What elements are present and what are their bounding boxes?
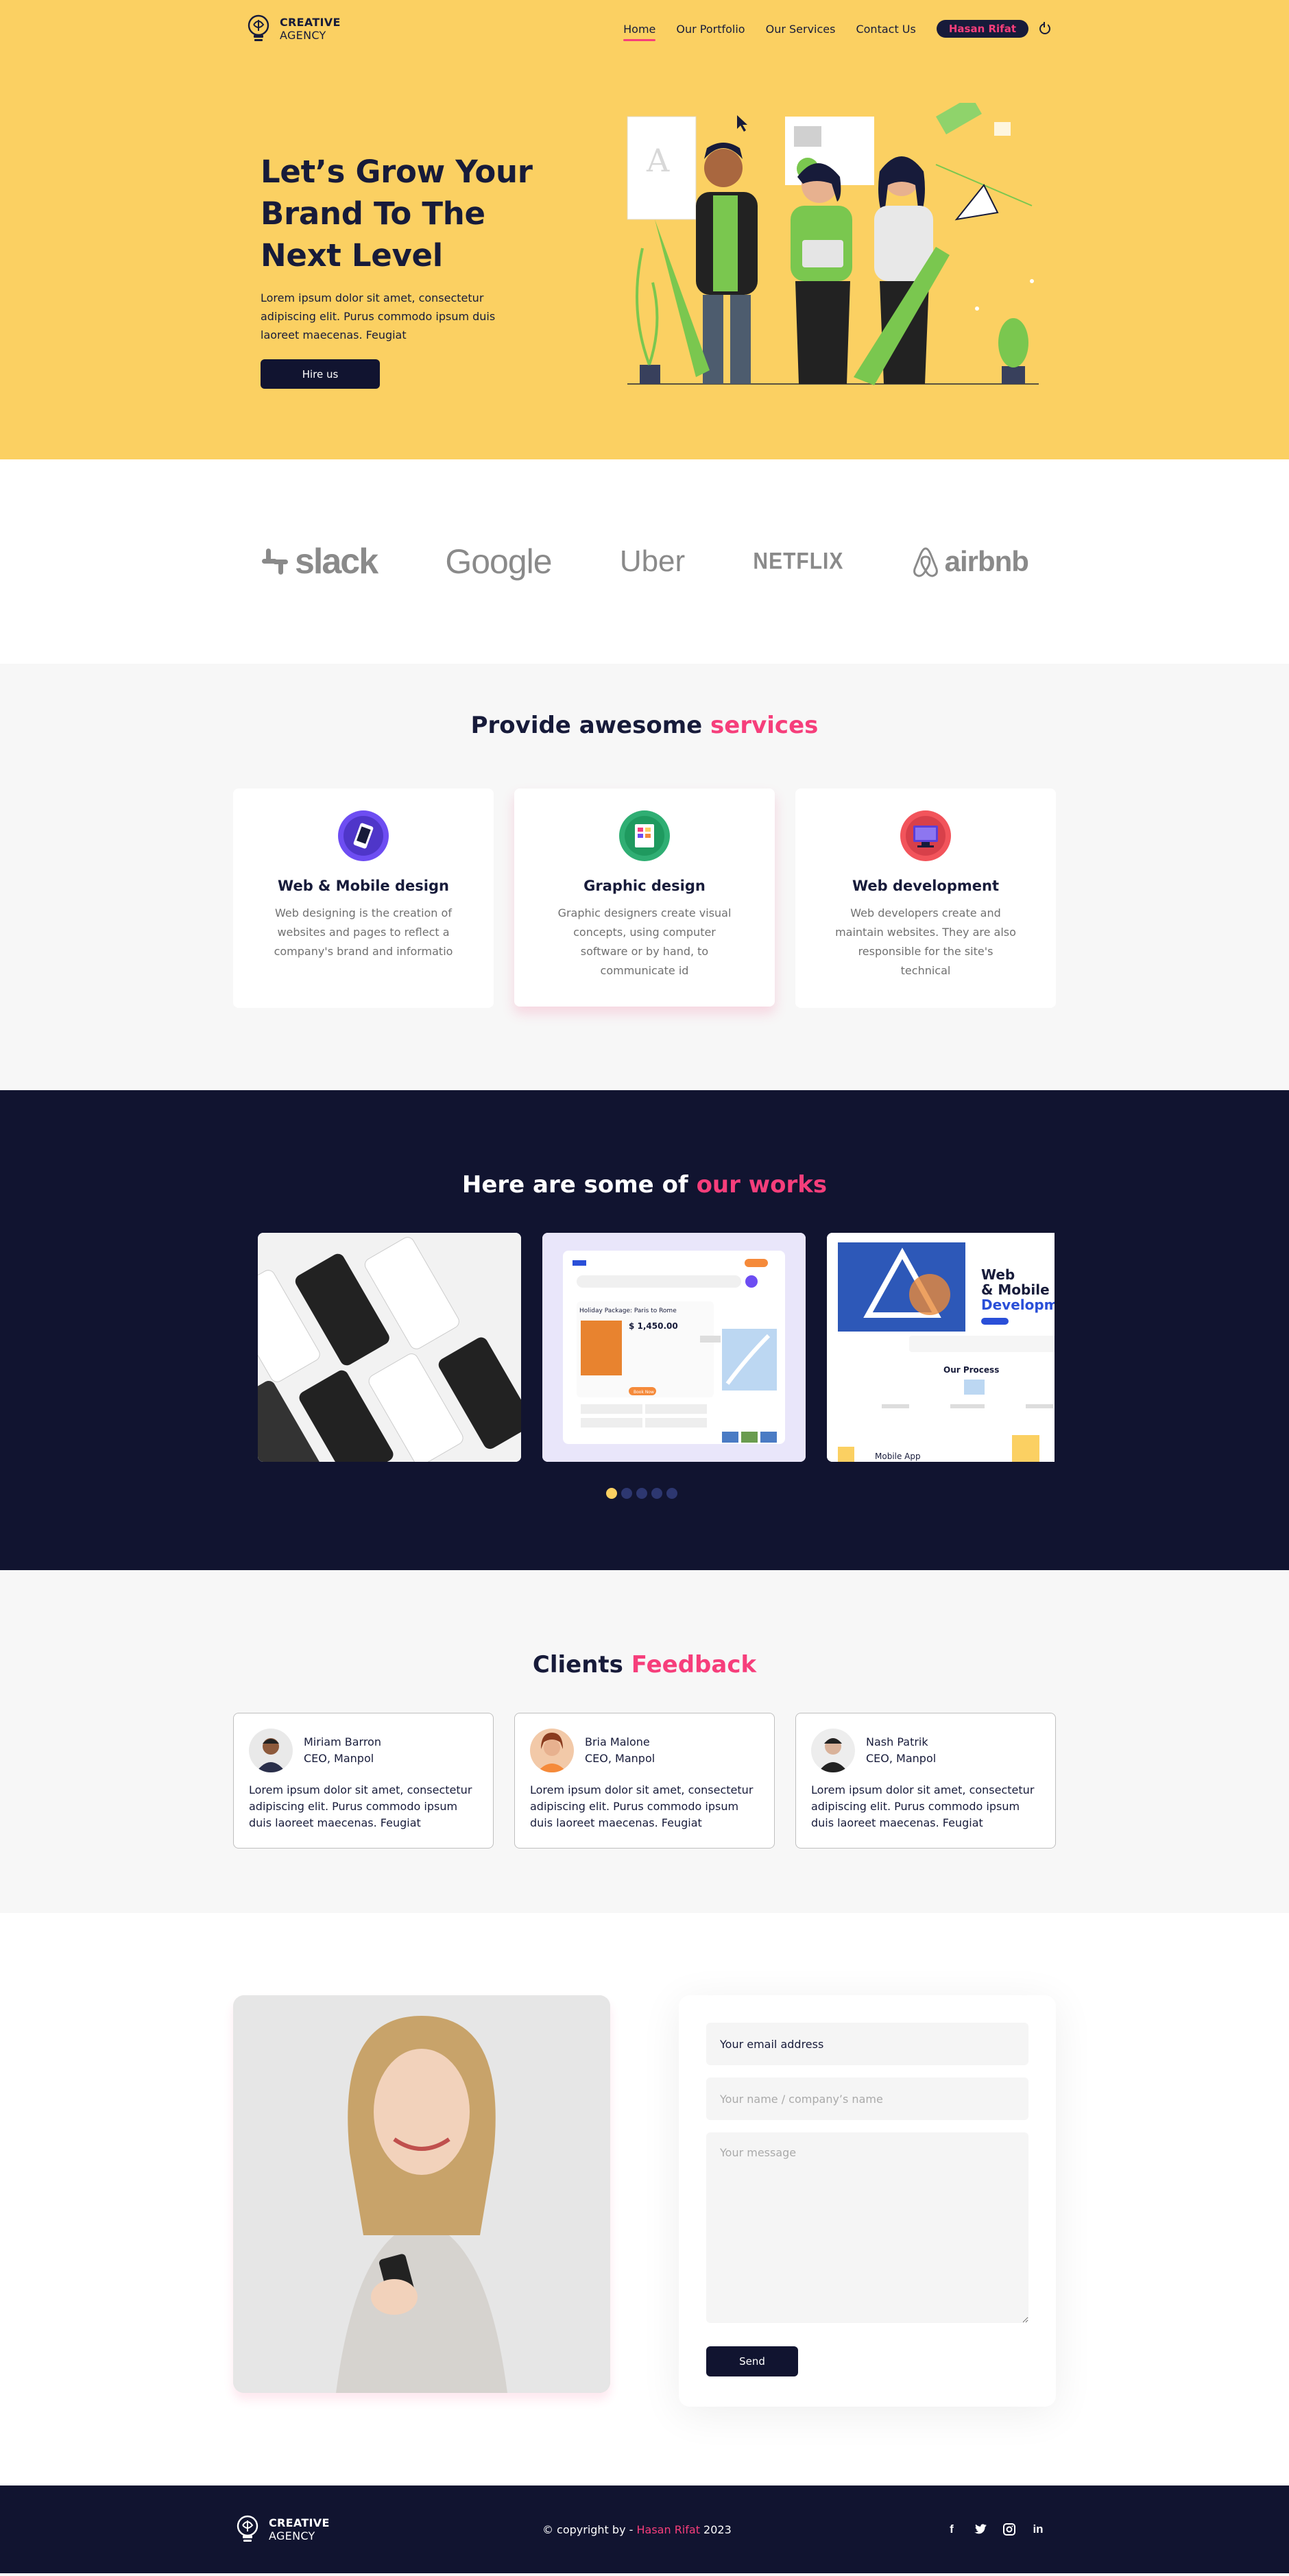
airbnb-logo: airbnb	[912, 545, 1029, 578]
hero-description: Lorem ipsum dolor sit amet, consectetur …	[261, 291, 496, 341]
brand-sub: AGENCY	[280, 29, 326, 42]
feedback-card: Nash Patrik CEO, Manpol Lorem ipsum dolo…	[795, 1713, 1056, 1849]
contact-form: Send	[679, 1995, 1056, 2407]
hire-us-button[interactable]: Hire us	[261, 359, 380, 389]
svg-text:Our Process: Our Process	[943, 1365, 999, 1375]
client-name: Bria Malone	[585, 1735, 650, 1748]
hero-title: Let’s Grow Your Brand To The Next Level	[261, 154, 533, 274]
slide2-book-button: Book Now	[634, 1390, 654, 1395]
google-logo: Google	[445, 542, 552, 581]
services-section: Provide awesome services Web & Mobile de…	[0, 664, 1289, 1090]
feedback-title: Clients Feedback	[532, 1651, 757, 1678]
avatar	[811, 1729, 855, 1772]
uber-logo: Uber	[619, 544, 686, 578]
agency-website-mockup: Web & Mobile Developme Our Process Mobil…	[827, 1233, 1055, 1462]
service-card[interactable]: Web & Mobile design Web designing is the…	[233, 789, 494, 1008]
hero-section: CREATIVE AGENCY Home Our Portfolio Our S…	[0, 0, 1289, 459]
contact-section: Send	[0, 1913, 1289, 2485]
slide2-price: $ 1,450.00	[629, 1321, 678, 1331]
brands-section: slack Google Uber NETFLIX airbnb	[0, 459, 1289, 664]
service-card[interactable]: Web development Web developers create an…	[795, 789, 1056, 1008]
footer-logo[interactable]: CREATIVE AGENCY	[234, 2514, 330, 2544]
woman-with-phone-image	[233, 1995, 610, 2393]
contact-photo	[233, 1995, 610, 2393]
mobile-screens-mockup	[258, 1233, 521, 1462]
client-name: Miriam Barron	[304, 1735, 381, 1748]
web-development-icon	[900, 810, 951, 861]
carousel-dot[interactable]	[636, 1488, 647, 1499]
airbnb-icon	[913, 547, 938, 577]
graphic-design-icon	[619, 810, 670, 861]
client-role: CEO, Manpol	[304, 1752, 374, 1765]
travel-dashboard-mockup: Holiday Package: Paris to Rome $ 1,450.0…	[542, 1233, 806, 1462]
mobile-design-icon	[338, 810, 389, 861]
bulb-logo-icon	[237, 2515, 258, 2542]
works-carousel[interactable]: Holiday Package: Paris to Rome $ 1,450.0…	[258, 1233, 1055, 1462]
works-section: Here are some of our works Holiday Packa…	[0, 1090, 1289, 1570]
svg-text:Developme: Developme	[981, 1297, 1055, 1313]
email-input[interactable]	[706, 2023, 1028, 2065]
feedback-text: Lorem ipsum dolor sit amet, consectetur …	[811, 1783, 1035, 1829]
avatar	[530, 1729, 574, 1772]
nav-contact[interactable]: Contact Us	[856, 23, 915, 36]
client-role: CEO, Manpol	[866, 1752, 937, 1765]
work-slide-2[interactable]: Holiday Package: Paris to Rome $ 1,450.0…	[542, 1233, 806, 1462]
copyright: © copyright by - Hasan Rifat 2023	[542, 2523, 732, 2536]
work-slide-3[interactable]: Web & Mobile Developme Our Process Mobil…	[827, 1233, 1055, 1462]
avatar	[249, 1729, 293, 1772]
message-textarea[interactable]	[706, 2132, 1028, 2323]
svg-text:A: A	[646, 142, 670, 179]
footer: CREATIVE AGENCY © copyright by - Hasan R…	[0, 2485, 1289, 2573]
navbar: CREATIVE AGENCY Home Our Portfolio Our S…	[233, 0, 1056, 58]
svg-text:Mobile App: Mobile App	[875, 1452, 921, 1461]
carousel-dot[interactable]	[666, 1488, 677, 1499]
user-badge[interactable]: Hasan Rifat	[936, 20, 1028, 38]
main-menu: Home Our Portfolio Our Services Contact …	[623, 20, 1056, 41]
works-title: Here are some of our works	[461, 1171, 828, 1199]
social-links: f in	[944, 2522, 1046, 2537]
slack-logo: slack	[261, 541, 378, 582]
feedback-text: Lorem ipsum dolor sit amet, consectetur …	[530, 1783, 754, 1829]
slack-icon	[262, 549, 288, 575]
logout-icon[interactable]	[1039, 22, 1050, 34]
send-button[interactable]: Send	[706, 2346, 798, 2376]
client-role: CEO, Manpol	[585, 1752, 655, 1765]
bulb-logo-icon	[248, 14, 269, 41]
instagram-icon[interactable]	[1002, 2522, 1017, 2537]
carousel-dots	[606, 1488, 677, 1499]
feedback-card: Miriam Barron CEO, Manpol Lorem ipsum do…	[233, 1713, 494, 1849]
name-input[interactable]	[706, 2078, 1028, 2120]
svg-text:& Mobile: & Mobile	[981, 1281, 1050, 1298]
twitter-icon[interactable]	[973, 2522, 988, 2537]
brand-logo[interactable]: CREATIVE AGENCY	[245, 14, 341, 44]
nav-home[interactable]: Home	[623, 23, 656, 41]
nav-services[interactable]: Our Services	[766, 23, 836, 36]
feedback-card: Bria Malone CEO, Manpol Lorem ipsum dolo…	[514, 1713, 775, 1849]
work-slide-1[interactable]	[258, 1233, 521, 1462]
facebook-icon[interactable]: f	[944, 2522, 959, 2537]
service-card[interactable]: Graphic design Graphic designers create …	[514, 789, 775, 1007]
feedback-text: Lorem ipsum dolor sit amet, consectetur …	[249, 1783, 472, 1829]
netflix-logo: NETFLIX	[753, 548, 844, 575]
linkedin-icon[interactable]: in	[1031, 2522, 1046, 2537]
team-illustration: A	[627, 103, 1039, 385]
carousel-dot[interactable]	[621, 1488, 632, 1499]
services-title: Provide awesome services	[470, 712, 819, 739]
feedback-section: Clients Feedback Miriam Barron CEO, Manp…	[0, 1570, 1289, 1913]
carousel-dot[interactable]	[651, 1488, 662, 1499]
client-name: Nash Patrik	[866, 1735, 928, 1748]
svg-text:Web: Web	[981, 1266, 1015, 1283]
nav-portfolio[interactable]: Our Portfolio	[676, 23, 745, 36]
brand-name: CREATIVE	[280, 16, 341, 29]
carousel-dot[interactable]	[606, 1488, 617, 1499]
slide2-title: Holiday Package: Paris to Rome	[579, 1308, 677, 1314]
